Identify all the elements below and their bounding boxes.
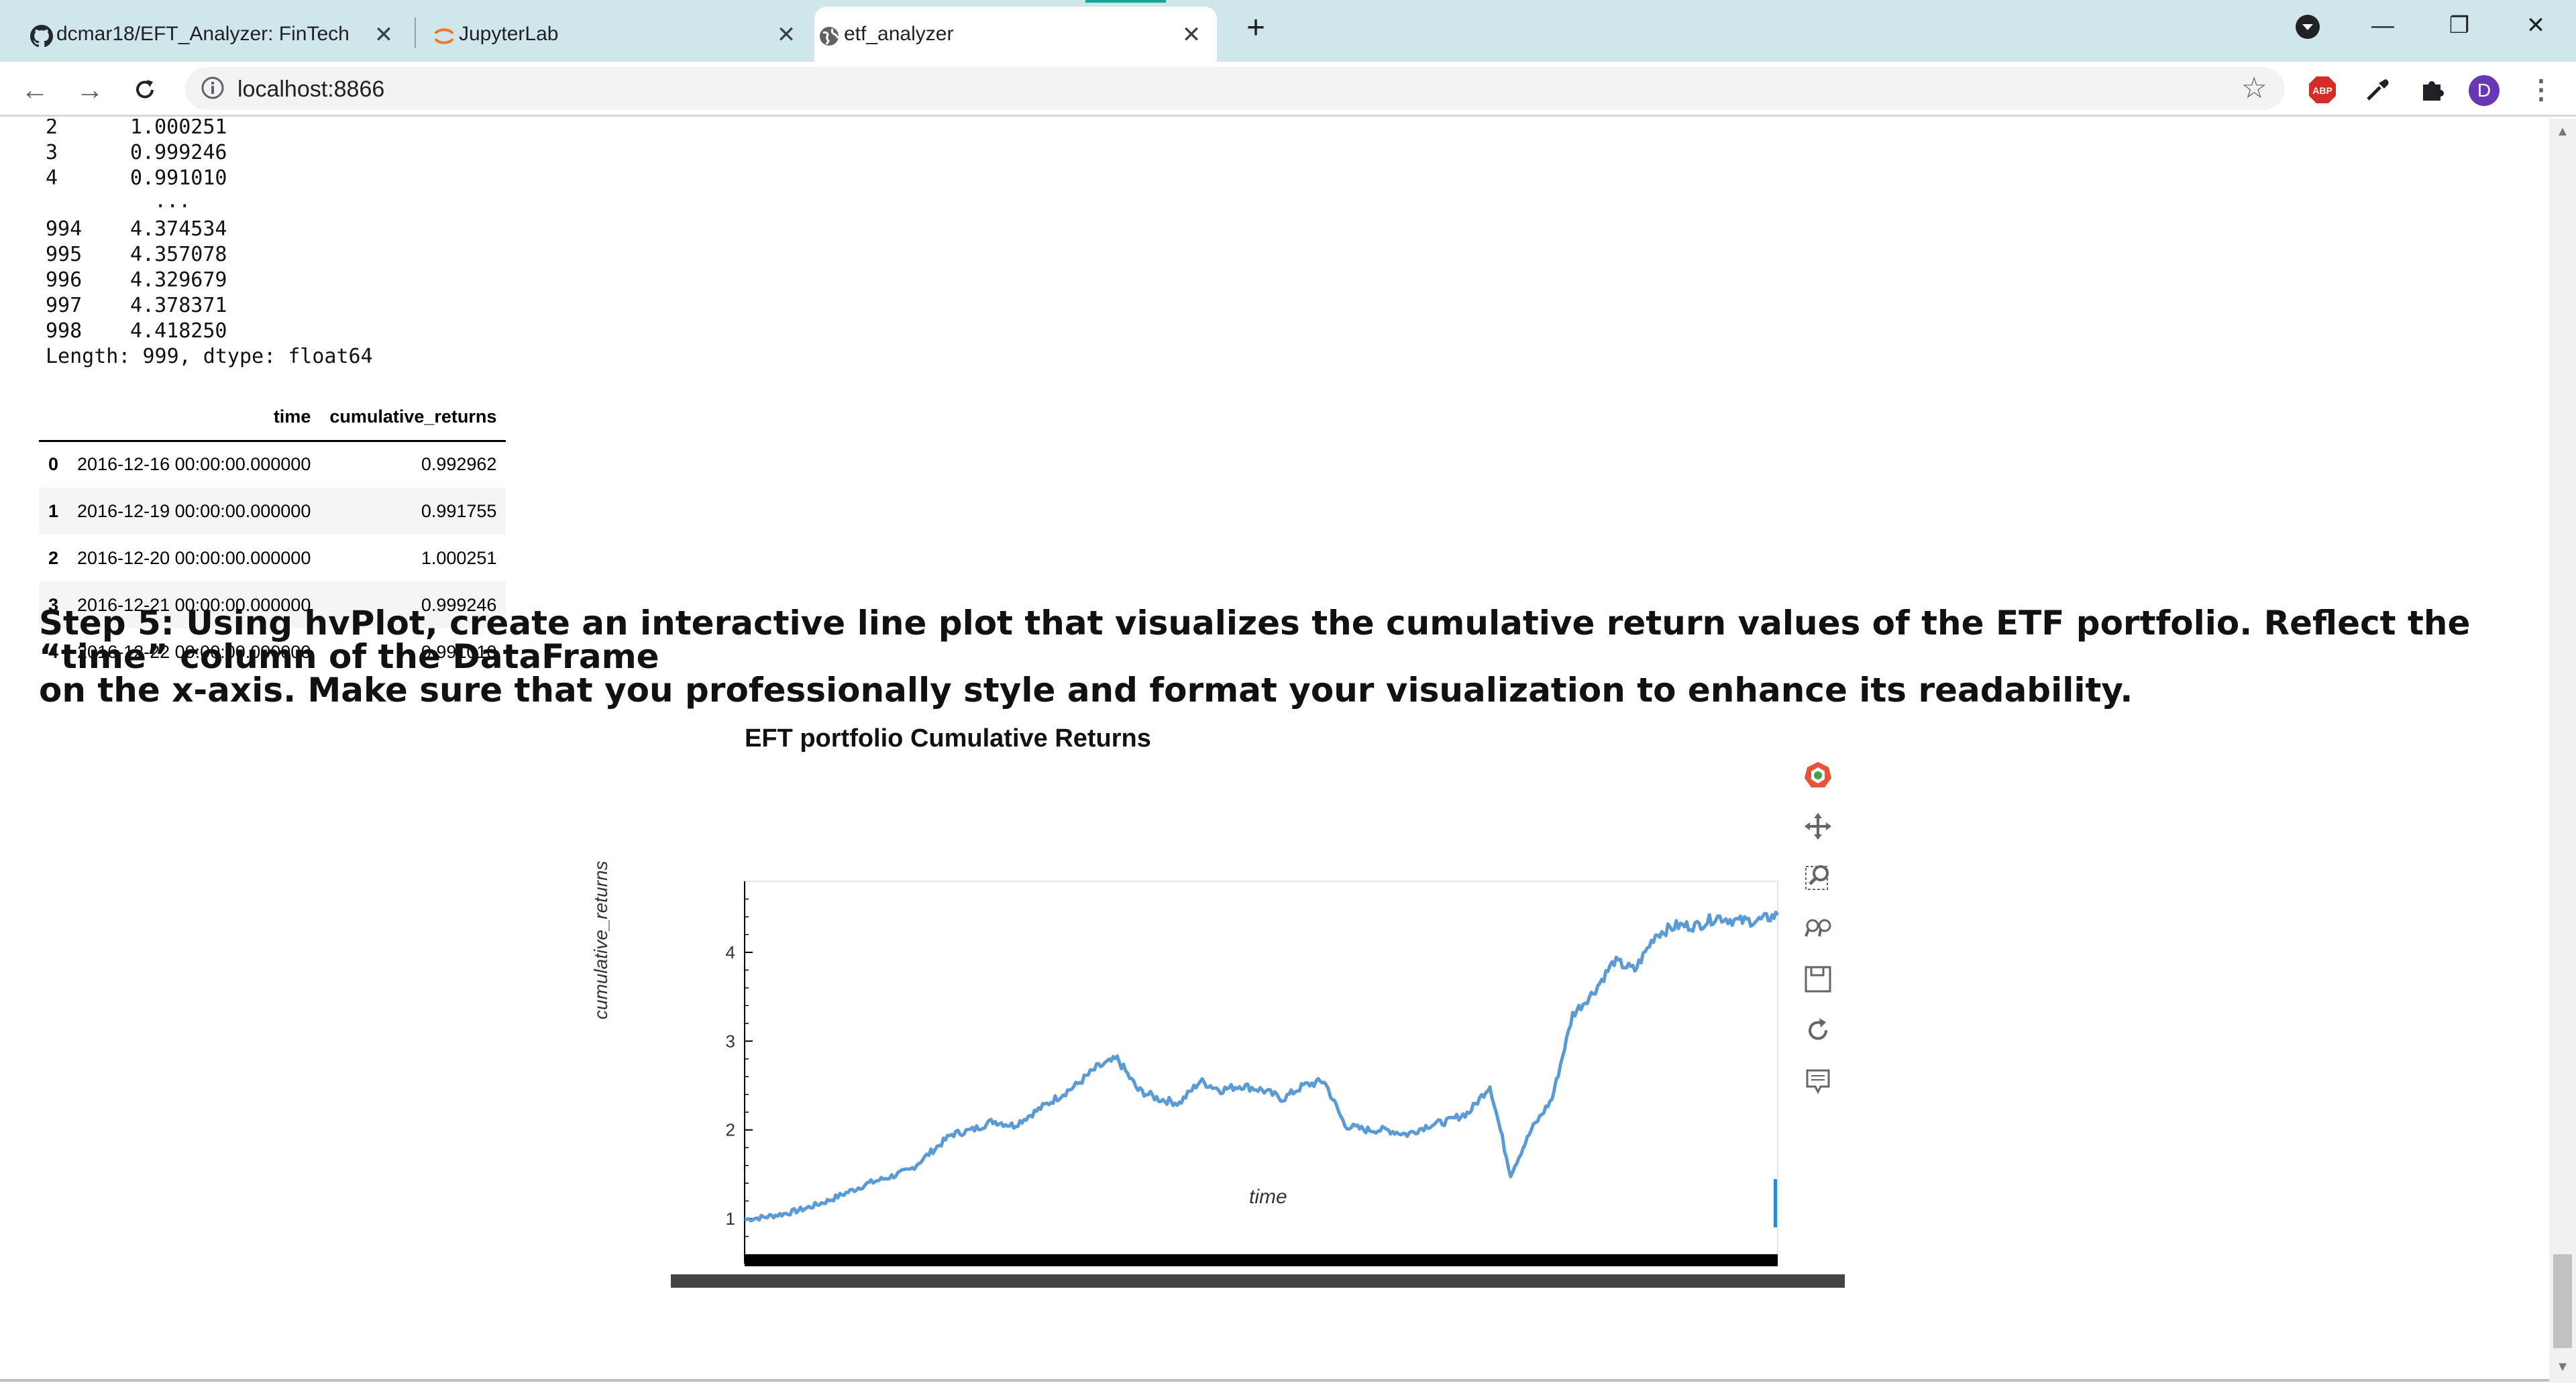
y-tick-label: 1 — [726, 1209, 735, 1229]
browser-window: dcmar18/EFT_Analyzer: FinTech C ✕ Jupyte… — [0, 0, 2576, 1383]
wheel-zoom-icon[interactable] — [1802, 912, 1834, 944]
bookmark-star-icon[interactable]: ☆ — [2241, 71, 2267, 105]
new-tab-button[interactable]: + — [1238, 12, 1273, 47]
plot-toolbar — [1798, 759, 1838, 1242]
series-row: 997 — [46, 294, 83, 317]
browser-menu-icon[interactable]: ⋮ — [2528, 71, 2555, 109]
table-row: 0 2016-12-16 00:00:00.000000 0.992962 — [39, 441, 506, 488]
jupyter-icon — [432, 24, 456, 48]
profile-avatar[interactable]: D — [2469, 75, 2500, 106]
restore-button[interactable]: ❐ — [2432, 5, 2486, 46]
series-row: 994 — [46, 217, 83, 241]
tab-title: JupyterLab — [459, 23, 559, 45]
table-row: 2 2016-12-20 00:00:00.000000 1.000251 — [39, 535, 506, 582]
forward-button[interactable]: → — [71, 71, 109, 109]
reload-button[interactable] — [126, 71, 164, 109]
url-text: localhost:8866 — [237, 76, 385, 102]
minimize-button[interactable]: — — [2356, 5, 2410, 46]
returns-cell: 1.000251 — [421, 547, 497, 568]
column-header-time: time — [68, 394, 321, 442]
tab-title: dcmar18/EFT_Analyzer: FinTech C — [56, 23, 352, 45]
info-icon[interactable] — [200, 75, 225, 101]
extensions-puzzle-icon[interactable] — [2418, 75, 2447, 105]
tab-search-button[interactable] — [2281, 5, 2334, 46]
bokeh-logo-icon[interactable] — [1802, 759, 1834, 791]
y-tick-label: 4 — [726, 942, 735, 962]
series-value: 4.357078 — [130, 243, 227, 266]
scroll-up-arrow-icon[interactable]: ▲ — [2553, 122, 2572, 141]
window-bottom-border — [0, 1379, 2549, 1382]
series-value: 4.374534 — [130, 217, 227, 241]
time-cell: 2016-12-20 00:00:00.000000 — [77, 547, 311, 568]
row-index: 2 — [48, 547, 59, 568]
series-value: 4.378371 — [130, 294, 227, 317]
globe-icon — [817, 24, 841, 48]
tab-jupyterlab[interactable]: JupyterLab ✕ — [429, 7, 812, 62]
series-row: 996 — [46, 268, 83, 292]
x-axis-band — [745, 1254, 1778, 1266]
close-icon[interactable]: ✕ — [773, 21, 800, 48]
chart-title: EFT portfolio Cumulative Returns — [745, 724, 1151, 753]
row-index: 1 — [48, 500, 59, 521]
eyedropper-icon[interactable] — [2363, 75, 2392, 105]
y-ticks: 1 2 3 4 — [726, 898, 753, 1237]
series-row: 998 — [46, 319, 83, 343]
github-icon — [30, 24, 54, 48]
scrollbar-thumb[interactable] — [2553, 1254, 2572, 1348]
tab-strip: dcmar18/EFT_Analyzer: FinTech C ✕ Jupyte… — [0, 0, 2576, 62]
x-axis-label: time — [1249, 1186, 1287, 1208]
time-cell: 2016-12-19 00:00:00.000000 — [77, 500, 311, 521]
close-icon[interactable]: ✕ — [1178, 21, 1205, 48]
returns-cell: 0.991755 — [421, 500, 497, 521]
page-scrollbar[interactable] — [2549, 119, 2576, 1383]
series-row: 4 — [46, 166, 58, 190]
series-row: 995 — [46, 243, 83, 266]
table-row: 1 2016-12-19 00:00:00.000000 0.991755 — [39, 488, 506, 535]
reset-icon[interactable] — [1802, 1014, 1834, 1046]
returns-cell: 0.992962 — [421, 454, 497, 475]
step5-heading: Step 5: Using hvPlot, create an interact… — [39, 606, 2521, 707]
scroll-down-arrow-icon[interactable]: ▼ — [2553, 1358, 2572, 1376]
time-cell: 2016-12-16 00:00:00.000000 — [77, 454, 311, 475]
index-header — [39, 394, 68, 442]
cursor-marker — [1774, 1179, 1777, 1227]
x-scroll-bar — [671, 1274, 1845, 1288]
step5-line2: on the x-axis. Make sure that you profes… — [39, 671, 2133, 710]
pan-tool-icon[interactable] — [1802, 810, 1834, 842]
series-row: 3 — [46, 141, 58, 164]
tab-github[interactable]: dcmar18/EFT_Analyzer: FinTech C ✕ — [27, 7, 409, 62]
y-tick-label: 2 — [726, 1120, 735, 1140]
address-bar[interactable]: localhost:8866 ☆ — [185, 67, 2285, 110]
series-value: 4.418250 — [130, 319, 227, 343]
series-footer: Length: 999, dtype: float64 — [46, 345, 373, 368]
loading-indicator — [1085, 0, 1166, 3]
y-tick-label: 3 — [726, 1031, 735, 1051]
browser-toolbar: ← → localhost:8866 ☆ ABP D ⋮ — [0, 62, 2576, 117]
save-icon[interactable] — [1802, 963, 1834, 995]
cumulative-returns-line — [744, 910, 1780, 1223]
step5-line1: Step 5: Using hvPlot, create an interact… — [39, 604, 2471, 676]
box-zoom-icon[interactable] — [1802, 861, 1834, 893]
table-header-row: time cumulative_returns — [39, 394, 506, 442]
hover-tool-icon[interactable] — [1802, 1065, 1834, 1097]
y-axis-label: cumulative_returns — [590, 861, 611, 1019]
tab-etf-analyzer[interactable]: etf_analyzer ✕ — [814, 7, 1217, 62]
tab-title: etf_analyzer — [844, 23, 954, 45]
series-value: 1.000251 — [130, 119, 227, 139]
series-value: 0.999246 — [130, 141, 227, 164]
line-chart[interactable]: 1 2 3 4 — [651, 758, 1851, 1294]
close-icon[interactable]: ✕ — [370, 21, 397, 48]
row-index: 0 — [48, 454, 59, 475]
back-button[interactable]: ← — [16, 71, 54, 109]
series-value: 4.329679 — [130, 268, 227, 292]
series-row: 2 — [46, 119, 58, 139]
close-window-button[interactable]: ✕ — [2509, 5, 2563, 46]
svg-text:ABP: ABP — [2312, 85, 2332, 96]
series-ellipsis: ... — [130, 189, 191, 213]
tab-separator — [415, 17, 416, 48]
adblock-plus-icon[interactable]: ABP — [2308, 75, 2337, 105]
column-header-cumulative-returns: cumulative_returns — [320, 394, 506, 442]
series-value: 0.991010 — [130, 166, 227, 190]
